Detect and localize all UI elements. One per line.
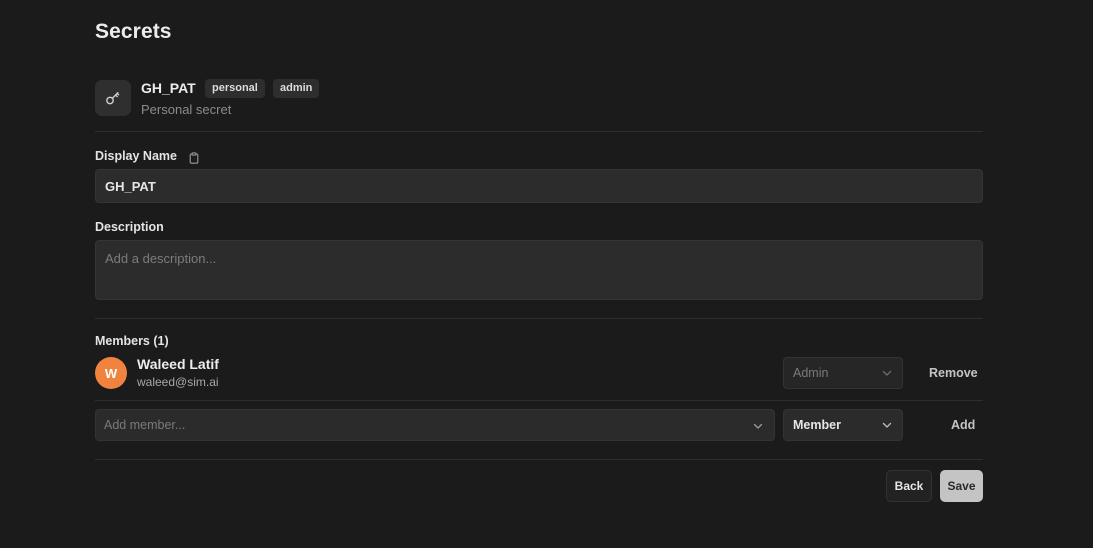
chevron-down-icon <box>882 370 892 376</box>
remove-member-button[interactable]: Remove <box>929 366 978 380</box>
save-button[interactable]: Save <box>940 470 983 502</box>
display-name-label: Display Name <box>95 149 177 163</box>
new-member-role-select[interactable]: Member <box>783 409 903 441</box>
secret-name: GH_PAT <box>141 80 196 96</box>
description-field[interactable] <box>95 240 983 300</box>
member-role-select[interactable]: Admin <box>783 357 903 389</box>
member-name: Waleed Latif <box>137 356 219 372</box>
member-email: waleed@sim.ai <box>137 375 219 389</box>
divider <box>95 131 983 132</box>
key-icon <box>95 80 131 116</box>
members-heading: Members (1) <box>95 334 169 348</box>
secret-subtitle: Personal secret <box>141 102 232 117</box>
secret-header: GH_PAT personal admin Personal secret <box>95 79 983 117</box>
page-title: Secrets <box>95 20 172 43</box>
add-member-button[interactable]: Add <box>951 418 975 432</box>
new-member-role-value: Member <box>793 418 841 432</box>
divider <box>95 400 983 401</box>
back-button[interactable]: Back <box>886 470 932 502</box>
chevron-down-icon <box>753 423 763 429</box>
add-member-combobox[interactable] <box>95 409 775 441</box>
admin-badge: admin <box>273 79 320 98</box>
member-role-value: Admin <box>793 366 829 380</box>
display-name-input[interactable] <box>95 169 983 203</box>
avatar: W <box>95 357 127 389</box>
add-member-input[interactable] <box>96 410 752 440</box>
divider <box>95 459 983 460</box>
divider <box>95 318 983 319</box>
clipboard-icon[interactable] <box>188 151 200 164</box>
chevron-down-icon <box>882 422 892 428</box>
description-label: Description <box>95 220 164 234</box>
personal-badge: personal <box>205 79 265 98</box>
